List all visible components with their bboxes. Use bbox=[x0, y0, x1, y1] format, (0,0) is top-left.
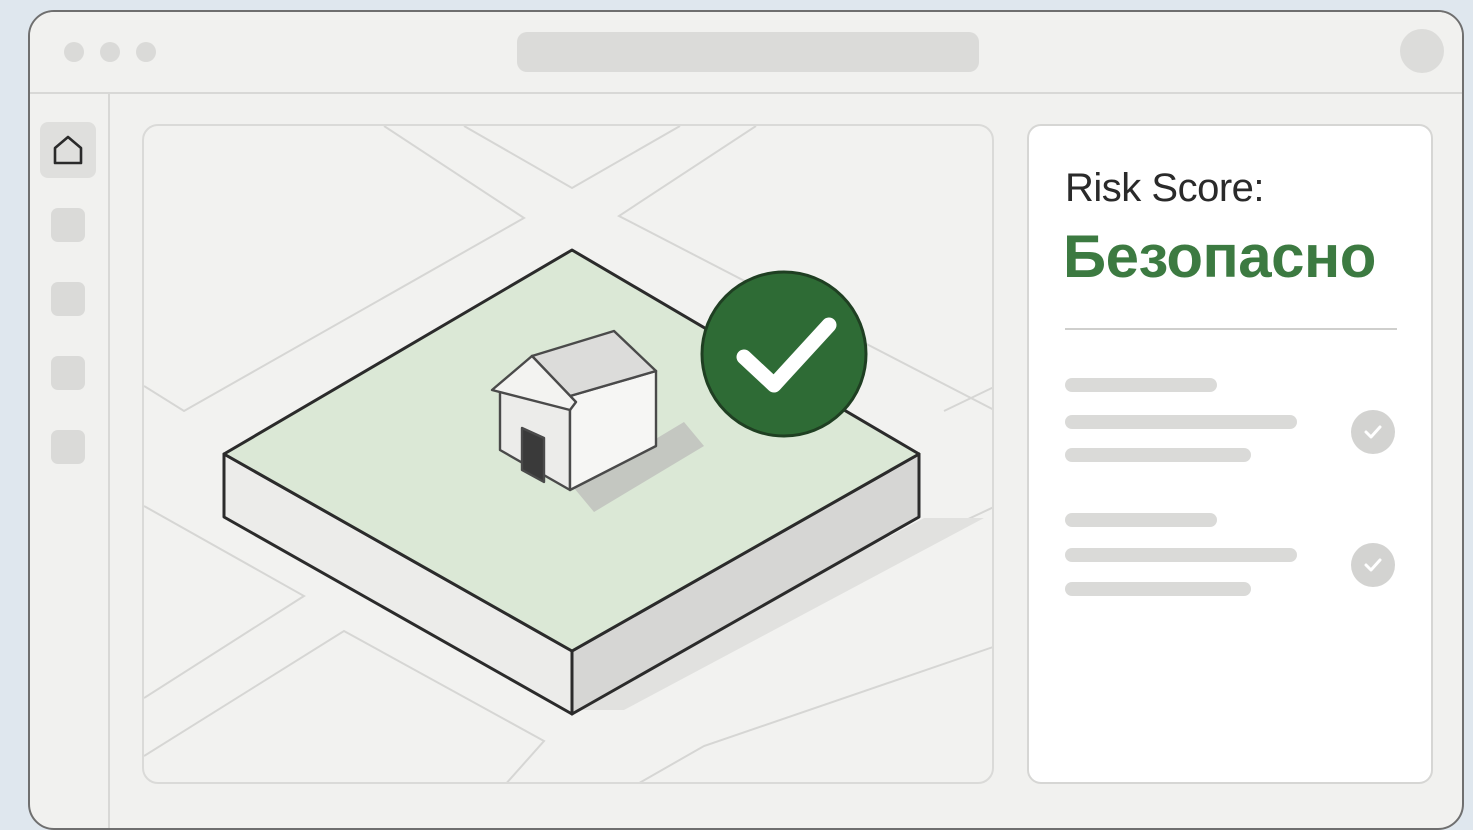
title-bar bbox=[30, 12, 1462, 94]
sidebar-item-3[interactable] bbox=[51, 282, 85, 316]
map-street bbox=[943, 386, 992, 412]
browser-window: Risk Score: Безопасно bbox=[28, 10, 1464, 830]
check-icon bbox=[700, 270, 868, 438]
risk-panel: Risk Score: Безопасно bbox=[1027, 124, 1433, 784]
map-street bbox=[463, 126, 681, 190]
placeholder-line bbox=[1065, 548, 1297, 562]
risk-score-label: Risk Score: bbox=[1065, 166, 1265, 210]
sidebar-item-5[interactable] bbox=[51, 430, 85, 464]
map-view[interactable] bbox=[142, 124, 994, 784]
check-icon bbox=[1351, 410, 1395, 454]
address-bar[interactable] bbox=[517, 32, 979, 72]
placeholder-line bbox=[1065, 415, 1297, 429]
placeholder-line bbox=[1065, 513, 1217, 527]
window-control-minimize[interactable] bbox=[100, 42, 120, 62]
sidebar bbox=[30, 94, 110, 828]
placeholder-line bbox=[1065, 582, 1251, 596]
map-illustration bbox=[144, 126, 992, 782]
risk-score-value: Безопасно bbox=[1063, 223, 1376, 290]
window-control-maximize[interactable] bbox=[136, 42, 156, 62]
sidebar-item-4[interactable] bbox=[51, 356, 85, 390]
check-icon bbox=[1351, 543, 1395, 587]
avatar[interactable] bbox=[1400, 29, 1444, 73]
home-icon bbox=[53, 135, 83, 165]
window-control-close[interactable] bbox=[64, 42, 84, 62]
placeholder-line bbox=[1065, 378, 1217, 392]
divider bbox=[1065, 328, 1397, 330]
sidebar-item-2[interactable] bbox=[51, 208, 85, 242]
placeholder-line bbox=[1065, 448, 1251, 462]
sidebar-item-home[interactable] bbox=[40, 122, 96, 178]
